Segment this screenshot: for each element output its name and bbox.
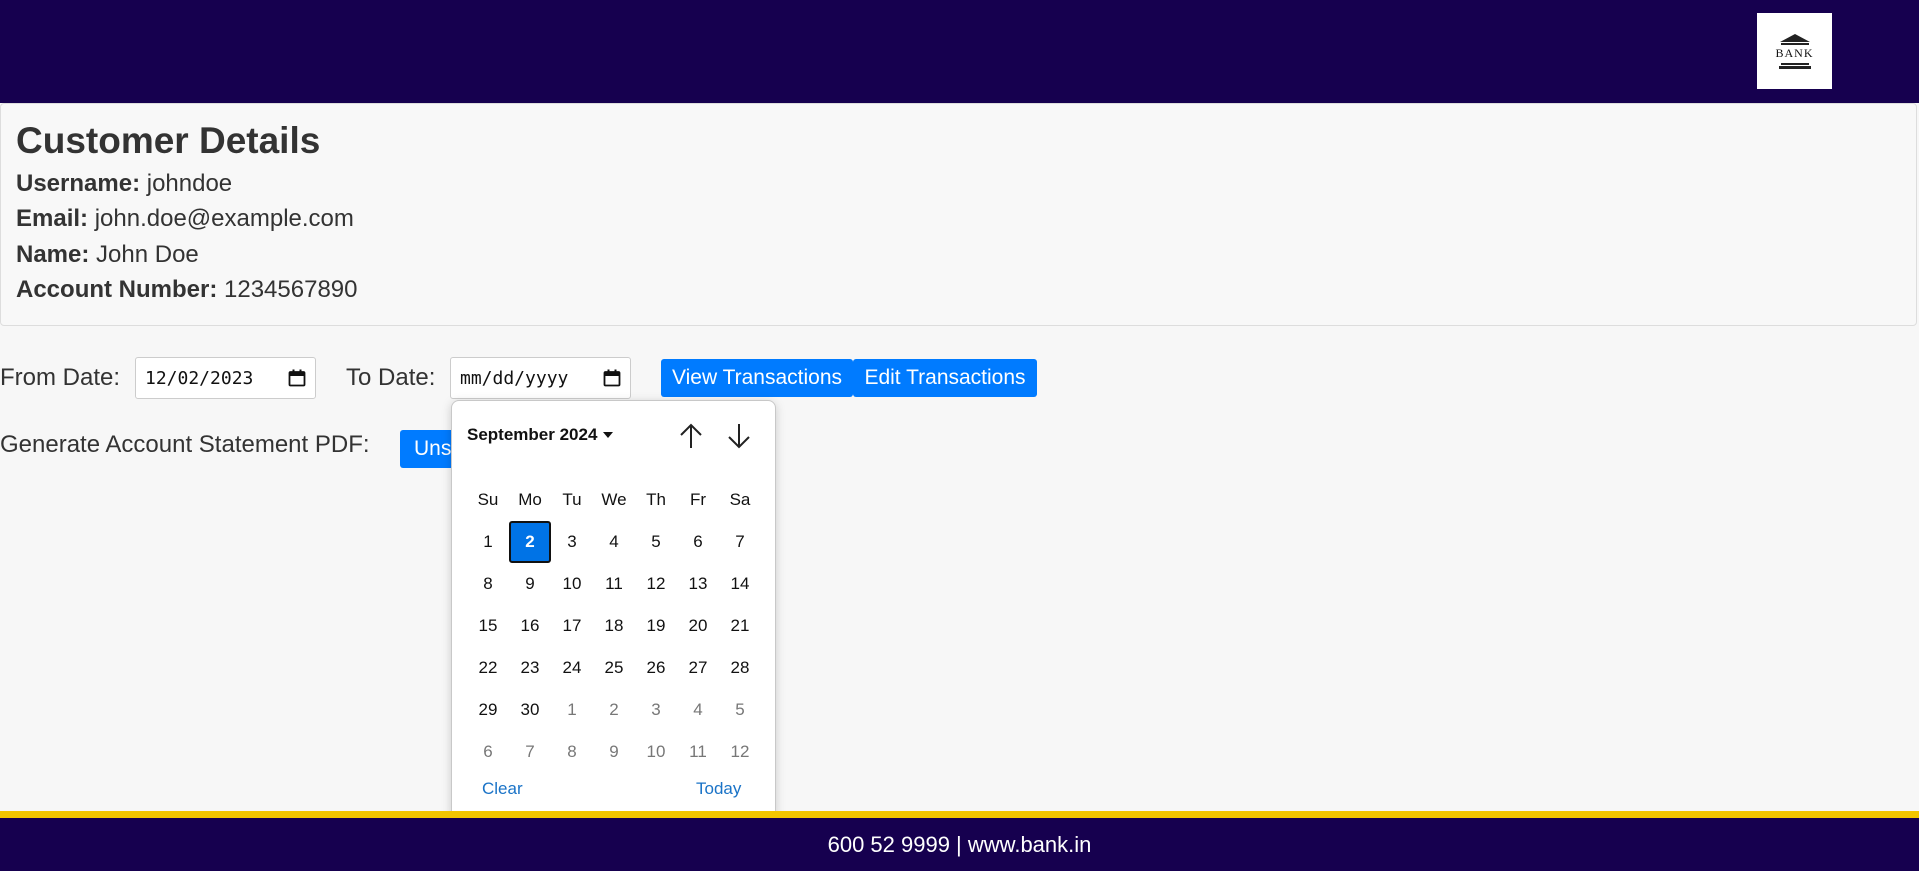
date-picker-popup: September 2024 Su Mo Tu We Th Fr Sa 1 2 3 4 5 6 7 8 9 10…	[451, 400, 776, 820]
account-number-label: Account Number:	[16, 276, 218, 303]
month-year-selector[interactable]: September 2024	[467, 425, 614, 445]
calendar-day[interactable]: 3	[551, 521, 593, 563]
email-value: john.doe@example.com	[94, 205, 354, 232]
calendar-day-other-month[interactable]: 12	[719, 731, 761, 773]
clear-button[interactable]: Clear	[482, 779, 523, 799]
calendar-day[interactable]: 28	[719, 647, 761, 689]
calendar-day[interactable]: 30	[509, 689, 551, 731]
edit-transactions-button[interactable]: Edit Transactions	[853, 359, 1037, 397]
calendar-day[interactable]: 13	[677, 563, 719, 605]
calendar-day-other-month[interactable]: 6	[467, 731, 509, 773]
calendar-day[interactable]: 14	[719, 563, 761, 605]
email-label: Email:	[16, 205, 89, 232]
email-row: Email: john.doe@example.com	[16, 205, 354, 233]
calendar-day[interactable]: 25	[593, 647, 635, 689]
calendar-day-other-month[interactable]: 3	[635, 689, 677, 731]
calendar-day[interactable]: 17	[551, 605, 593, 647]
weekday-header: Tu	[562, 490, 582, 509]
weekday-header: We	[601, 490, 627, 509]
weekday-header: Fr	[689, 490, 707, 509]
calendar-day[interactable]: 16	[509, 605, 551, 647]
calendar-day-other-month[interactable]: 7	[509, 731, 551, 773]
calendar-day-other-month[interactable]: 2	[593, 689, 635, 731]
calendar-day[interactable]: 27	[677, 647, 719, 689]
calendar-day[interactable]: 5	[635, 521, 677, 563]
calendar-day[interactable]: 19	[635, 605, 677, 647]
from-date-input[interactable]: 12/02/2023	[135, 357, 316, 399]
username-row: Username: johndoe	[16, 170, 232, 198]
calendar-day-other-month[interactable]: 9	[593, 731, 635, 773]
calendar-day[interactable]: 29	[467, 689, 509, 731]
to-date-input[interactable]: mm/dd/yyyy	[450, 357, 631, 399]
calendar-day[interactable]: 8	[467, 563, 509, 605]
calendar-day-other-month[interactable]: 5	[719, 689, 761, 731]
statement-label: Generate Account Statement PDF:	[0, 431, 370, 458]
footer: 600 52 9999 | www.bank.in	[0, 818, 1919, 871]
calendar-day[interactable]: 23	[509, 647, 551, 689]
customer-details-card: Customer Details Username: johndoe Email…	[0, 103, 1917, 326]
calendar-day[interactable]: 7	[719, 521, 761, 563]
from-date-value: 12/02/2023	[145, 367, 254, 389]
arrow-up-icon[interactable]	[676, 421, 706, 451]
calendar-day[interactable]: 10	[551, 563, 593, 605]
to-date-label: To Date:	[346, 364, 436, 391]
calendar-icon[interactable]	[603, 369, 621, 387]
calendar-day[interactable]: 18	[593, 605, 635, 647]
name-label: Name:	[16, 241, 90, 268]
calendar-day-other-month[interactable]: 1	[551, 689, 593, 731]
account-number-value: 1234567890	[224, 276, 358, 303]
calendar-day-other-month[interactable]: 11	[677, 731, 719, 773]
today-button[interactable]: Today	[696, 779, 741, 799]
arrow-down-icon[interactable]	[724, 421, 754, 451]
weekday-header: Mo	[518, 490, 542, 509]
weekday-header: Su	[477, 490, 499, 509]
calendar-day[interactable]: 22	[467, 647, 509, 689]
account-number-row: Account Number: 1234567890	[16, 276, 358, 304]
weekday-header: Th	[646, 490, 666, 509]
logo-text: BANK	[1775, 46, 1814, 60]
caret-down-icon	[603, 432, 614, 438]
calendar-day[interactable]: 12	[635, 563, 677, 605]
calendar-day[interactable]: 9	[509, 563, 551, 605]
calendar-day[interactable]: 20	[677, 605, 719, 647]
name-value: John Doe	[96, 241, 199, 268]
calendar-day[interactable]: 21	[719, 605, 761, 647]
calendar-grid: Su Mo Tu We Th Fr Sa 1 2 3 4 5 6 7 8 9 10 11 12 13 14 15 16 17 1…	[467, 479, 761, 773]
bank-logo[interactable]: BANK	[1757, 13, 1832, 89]
calendar-day[interactable]: 26	[635, 647, 677, 689]
username-label: Username:	[16, 170, 141, 197]
footer-accent-stripe	[0, 811, 1919, 818]
top-header: BANK	[0, 0, 1919, 103]
calendar-day-other-month[interactable]: 8	[551, 731, 593, 773]
username-value: johndoe	[146, 170, 233, 197]
calendar-day-selected[interactable]: 2	[509, 521, 551, 563]
month-year-label: September 2024	[467, 425, 598, 444]
calendar-day[interactable]: 4	[593, 521, 635, 563]
to-date-placeholder: mm/dd/yyyy	[460, 367, 569, 389]
customer-details-title: Customer Details	[16, 120, 321, 161]
calendar-day[interactable]: 11	[593, 563, 635, 605]
calendar-day-other-month[interactable]: 10	[635, 731, 677, 773]
view-transactions-button[interactable]: View Transactions	[661, 359, 853, 397]
calendar-day[interactable]: 1	[467, 521, 509, 563]
weekday-header: Sa	[729, 490, 751, 509]
from-date-label: From Date:	[0, 364, 121, 391]
calendar-day-other-month[interactable]: 4	[677, 689, 719, 731]
calendar-day[interactable]: 24	[551, 647, 593, 689]
calendar-day[interactable]: 6	[677, 521, 719, 563]
name-row: Name: John Doe	[16, 241, 199, 269]
calendar-day[interactable]: 15	[467, 605, 509, 647]
footer-text: 600 52 9999 | www.bank.in	[827, 831, 1092, 857]
calendar-icon[interactable]	[288, 369, 306, 387]
